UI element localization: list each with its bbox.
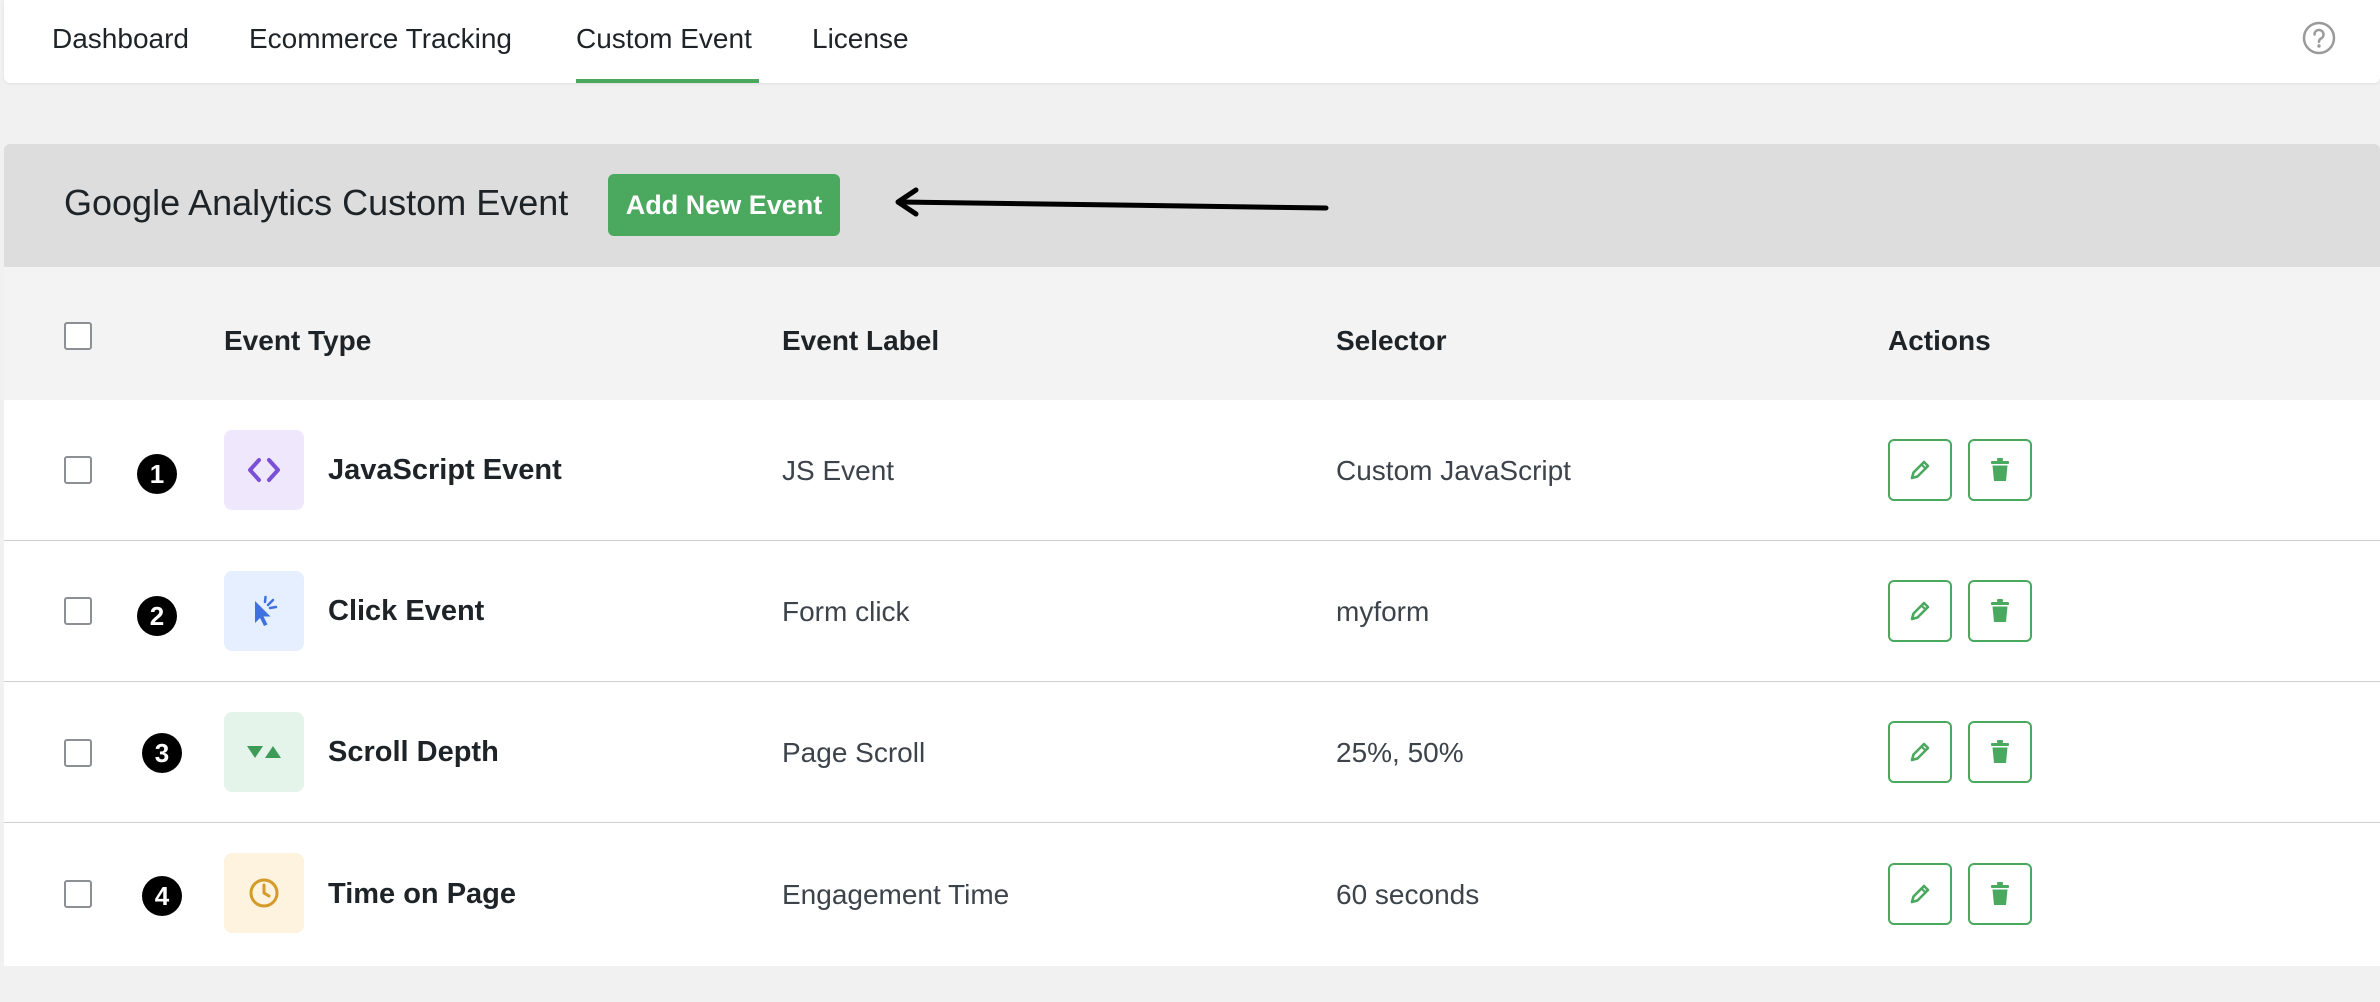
table-row: 4 Time on Page Engagement Time 60 second…	[4, 823, 2380, 966]
question-circle-icon[interactable]	[2302, 21, 2336, 55]
column-header-actions: Actions	[1888, 325, 1991, 356]
delete-button[interactable]	[1968, 580, 2032, 642]
pencil-icon	[1910, 460, 1930, 480]
event-label: Page Scroll	[782, 737, 926, 768]
add-new-event-button[interactable]: Add New Event	[608, 174, 840, 236]
tab-dashboard[interactable]: Dashboard	[52, 0, 189, 83]
step-marker: 2	[137, 596, 177, 636]
event-selector: myform	[1336, 596, 1430, 627]
column-header-selector: Selector	[1336, 325, 1447, 356]
row-checkbox[interactable]	[64, 880, 92, 908]
table-row: 1 JavaScript Event JS Event Custom JavaS…	[4, 400, 2380, 541]
top-navigation: Dashboard Ecommerce Tracking Custom Even…	[4, 0, 2380, 83]
column-header-event-type: Event Type	[224, 325, 372, 356]
edit-button[interactable]	[1888, 439, 1952, 501]
tab-custom-event[interactable]: Custom Event	[576, 0, 759, 83]
pencil-icon	[1910, 884, 1930, 904]
row-checkbox[interactable]	[64, 597, 92, 625]
event-type-name: Click Event	[328, 595, 485, 627]
trash-icon	[1991, 599, 2009, 622]
row-checkbox[interactable]	[64, 456, 92, 484]
event-label: Engagement Time	[782, 879, 1010, 910]
column-header-event-label: Event Label	[782, 325, 940, 356]
event-label: JS Event	[782, 455, 895, 486]
table-header: Event Type Event Label Selector Actions	[4, 267, 2380, 400]
step-marker: 3	[142, 733, 182, 773]
event-type-name: Scroll Depth	[328, 736, 499, 768]
event-type-name: JavaScript Event	[328, 454, 562, 486]
code-icon	[224, 430, 304, 510]
trash-icon	[1991, 740, 2009, 763]
trash-icon	[1991, 458, 2009, 481]
delete-button[interactable]	[1968, 721, 2032, 783]
event-selector: 60 seconds	[1336, 879, 1480, 910]
table-row: 2 Click Event Form click myform	[4, 541, 2380, 682]
event-selector: 25%, 50%	[1336, 737, 1464, 768]
event-selector: Custom JavaScript	[1336, 455, 1571, 486]
cursor-click-icon	[224, 571, 304, 651]
delete-button[interactable]	[1968, 863, 2032, 925]
scroll-triangles-icon	[224, 712, 304, 792]
edit-button[interactable]	[1888, 580, 1952, 642]
tab-ecommerce-tracking[interactable]: Ecommerce Tracking	[249, 0, 512, 83]
select-all-checkbox[interactable]	[64, 322, 92, 350]
trash-icon	[1991, 882, 2009, 905]
delete-button[interactable]	[1968, 439, 2032, 501]
edit-button[interactable]	[1888, 863, 1952, 925]
event-label: Form click	[782, 596, 910, 627]
edit-button[interactable]	[1888, 721, 1952, 783]
tab-license[interactable]: License	[812, 0, 909, 83]
step-marker: 4	[142, 876, 182, 916]
step-marker: 1	[137, 454, 177, 494]
annotation-arrow-icon	[895, 187, 1329, 217]
page-title: Google Analytics Custom Event	[64, 182, 569, 223]
pencil-icon	[1910, 601, 1930, 621]
table-row: 3 Scroll Depth Page Scroll 25%, 50%	[4, 682, 2380, 823]
pencil-icon	[1910, 742, 1930, 762]
event-type-name: Time on Page	[328, 878, 517, 910]
row-checkbox[interactable]	[64, 739, 92, 767]
clock-icon	[224, 853, 304, 933]
